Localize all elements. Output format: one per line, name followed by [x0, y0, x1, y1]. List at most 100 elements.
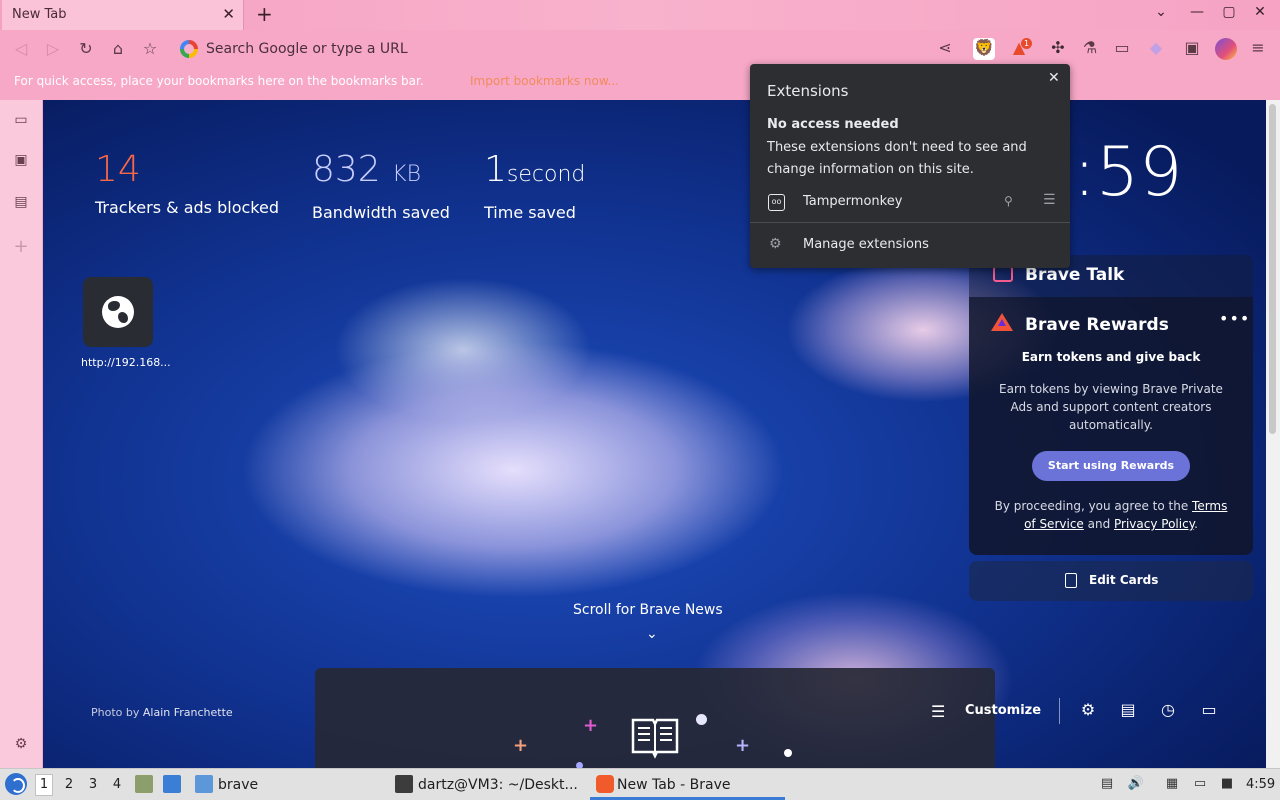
sparkle-icon: +	[735, 735, 751, 756]
home-icon[interactable]: ⌂	[107, 39, 129, 58]
scroll-for-news[interactable]: Scroll for Brave News	[573, 602, 723, 618]
tab-close-icon[interactable]: ✕	[222, 5, 235, 23]
start-rewards-button[interactable]: Start using Rewards	[1032, 451, 1190, 481]
tab-new-tab[interactable]: New Tab ✕	[2, 0, 244, 30]
clipboard-icon[interactable]: ▤	[1098, 776, 1116, 794]
cast-icon[interactable]: ▭	[1111, 38, 1133, 60]
taskbar-app-brave-label: New Tab - Brave	[617, 777, 731, 793]
new-tab-page: 14 Trackers & ads blocked 832 KB Bandwid…	[43, 100, 1266, 768]
dot-decoration	[696, 714, 707, 725]
profile-avatar[interactable]	[1215, 38, 1237, 60]
photo-credit-prefix: Photo by	[91, 706, 143, 719]
back-icon[interactable]: ◁	[10, 39, 32, 58]
scrollbar[interactable]	[1266, 100, 1280, 768]
system-clock[interactable]: 4:59	[1246, 777, 1275, 792]
wallet-icon[interactable]: ▣	[10, 152, 32, 174]
tampermonkey-icon: oo	[768, 194, 785, 211]
bandwidth-unit: KB	[392, 162, 422, 187]
notification-icon[interactable]: ■	[1218, 776, 1236, 794]
share-icon[interactable]: ⋖	[934, 38, 956, 60]
menu-icon[interactable]: ≡	[1247, 38, 1269, 60]
desktop-icon[interactable]	[163, 775, 181, 793]
flask-icon[interactable]: ⚗	[1079, 38, 1101, 60]
workspace-3[interactable]: 3	[84, 777, 102, 792]
extension-name[interactable]: Tampermonkey	[803, 194, 902, 209]
video-camera-icon[interactable]: ▭	[1198, 700, 1220, 722]
vpn-icon[interactable]: ◆	[1145, 38, 1167, 60]
tab-search-icon[interactable]: ⌄	[1151, 4, 1171, 20]
no-access-heading: No access needed	[767, 117, 899, 132]
tab-title: New Tab	[12, 7, 67, 22]
close-icon[interactable]: ✕	[1048, 70, 1060, 86]
sparkle-icon: +	[583, 715, 599, 736]
wallet-icon[interactable]: ▣	[1181, 38, 1203, 60]
bandwidth-label: Bandwidth saved	[312, 203, 450, 222]
extension-item-tampermonkey[interactable]: oo Tampermonkey ⚲ ☰	[750, 188, 1070, 218]
dot-decoration	[784, 749, 792, 757]
edit-cards-label: Edit Cards	[1089, 573, 1159, 587]
volume-icon[interactable]: 🔊	[1127, 776, 1145, 794]
more-menu-icon[interactable]: ☰	[1043, 192, 1056, 208]
close-window-icon[interactable]: ✕	[1250, 4, 1270, 20]
rewards-title: Brave Rewards	[1025, 315, 1169, 335]
sparkle-icon: +	[513, 735, 529, 756]
start-menu-icon[interactable]	[5, 773, 27, 795]
taskbar-app-terminal[interactable]: dartz@VM3: ~/Deskt...	[418, 777, 578, 793]
display-icon[interactable]: ▭	[1191, 776, 1209, 794]
extensions-icon[interactable]: ✣	[1047, 38, 1069, 60]
edit-cards-button[interactable]: Edit Cards	[969, 561, 1253, 601]
forward-icon[interactable]: ▷	[42, 39, 64, 58]
bookmark-icon[interactable]: ☆	[139, 39, 161, 58]
reading-list-icon[interactable]: ▤	[10, 194, 32, 216]
scrollbar-thumb[interactable]	[1269, 104, 1276, 434]
settings-icon[interactable]: ⚙	[1077, 700, 1099, 722]
taskbar-app-brave-window[interactable]: New Tab - Brave	[590, 769, 785, 800]
address-input[interactable]	[206, 38, 906, 60]
ntp-clock: :59	[1073, 133, 1183, 212]
news-book-icon	[631, 718, 679, 759]
taskbar-app-brave-folder[interactable]: brave	[218, 777, 258, 793]
file-manager-icon[interactable]	[135, 775, 153, 793]
extensions-popup-title: Extensions	[767, 82, 849, 100]
minimize-icon[interactable]: —	[1187, 4, 1207, 20]
workspace-1[interactable]: 1	[35, 774, 53, 796]
omnibox[interactable]	[172, 34, 962, 64]
top-site-tile[interactable]	[83, 277, 153, 347]
bookmarks-icon[interactable]: ▤	[1117, 700, 1139, 722]
manage-extensions-label: Manage extensions	[803, 237, 929, 252]
photo-credit-name[interactable]: Alain Franchette	[143, 706, 233, 719]
privacy-link[interactable]: Privacy Policy	[1114, 517, 1194, 531]
settings-icon[interactable]: ⚙	[10, 736, 32, 758]
add-icon[interactable]: +	[10, 236, 32, 258]
chevron-down-icon[interactable]: ⌄	[646, 626, 658, 642]
talk-icon[interactable]: ▭	[10, 112, 32, 134]
brave-logo-icon	[596, 775, 614, 793]
import-bookmarks-link[interactable]: Import bookmarks now...	[470, 74, 619, 88]
time-unit: second	[506, 162, 586, 187]
reload-icon[interactable]: ↻	[75, 39, 97, 58]
brave-shields-icon[interactable]: 🦁	[973, 38, 995, 60]
pin-icon[interactable]: ⚲	[1004, 194, 1013, 208]
rewards-subtitle: Earn tokens and give back	[1021, 350, 1201, 364]
history-icon[interactable]: ◷	[1157, 700, 1179, 722]
workspace-2[interactable]: 2	[60, 777, 78, 792]
terminal-icon	[395, 775, 413, 793]
brave-talk-title: Brave Talk	[1025, 265, 1125, 285]
globe-icon	[102, 296, 134, 328]
time-label: Time saved	[484, 203, 576, 222]
rewards-legal: By proceeding, you agree to the Terms of…	[987, 497, 1235, 533]
manage-extensions-button[interactable]: ⚙ Manage extensions	[750, 230, 1070, 260]
photo-credit: Photo by Alain Franchette	[91, 706, 233, 719]
more-options-icon[interactable]: •••	[1219, 309, 1250, 328]
customize-label: Customize	[965, 703, 1042, 718]
maximize-icon[interactable]: ▢	[1219, 4, 1239, 20]
notes-icon[interactable]: ▦	[1163, 776, 1181, 794]
gear-icon: ⚙	[769, 236, 782, 252]
top-site-label[interactable]: http://192.168...	[81, 356, 171, 369]
toolbar: ◁ ▷ ↻ ⌂ ☆ ⋖ 🦁 ▲ ✣ ⚗ ▭ ◆ ▣ ≡	[0, 30, 1280, 68]
tab-strip: New Tab ✕ + ⌄ — ▢ ✕	[0, 0, 1280, 30]
workspace-4[interactable]: 4	[108, 777, 126, 792]
sliders-icon: ☰	[931, 702, 946, 721]
new-tab-button[interactable]: +	[256, 2, 273, 26]
rewards-badge: 1	[1021, 38, 1033, 49]
